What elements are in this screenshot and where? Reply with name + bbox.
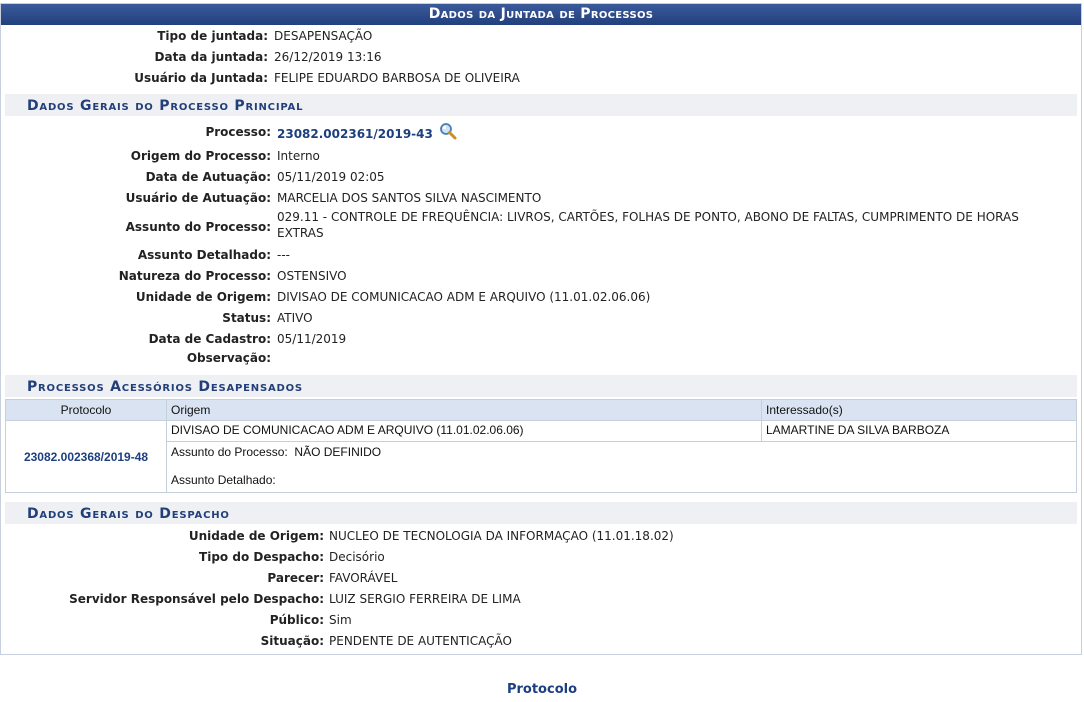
field-value: FAVORÁVEL bbox=[329, 571, 398, 585]
field-label: Assunto Detalhado: bbox=[137, 248, 271, 262]
field-label: Servidor Responsável pelo Despacho: bbox=[69, 592, 324, 606]
field-value: Interno bbox=[277, 149, 320, 163]
assunto-value: NÃO DEFINIDO bbox=[294, 445, 382, 459]
field-value: DESAPENSAÇÃO bbox=[274, 29, 373, 43]
column-header: Origem bbox=[166, 399, 762, 421]
field-value-line1: 029.11 - CONTROLE DE FREQUÊNCIA: LIVROS,… bbox=[277, 210, 1019, 224]
field-label: Parecer: bbox=[267, 571, 324, 585]
assunto-label: Assunto do Processo: bbox=[171, 445, 288, 459]
field-label: Tipo do Despacho: bbox=[199, 550, 324, 564]
field-label: Unidade de Origem: bbox=[135, 290, 271, 304]
details-cell: Assunto do Processo: NÃO DEFINIDO Assunt… bbox=[166, 441, 1077, 493]
field-label: Usuário da Juntada: bbox=[134, 71, 268, 85]
panel-title: Dados da Juntada de Processos bbox=[1, 4, 1081, 25]
column-header: Protocolo bbox=[5, 399, 167, 421]
field-label: Situação: bbox=[260, 634, 324, 648]
acessorios-table: Protocolo Origem Interessado(s) 23082.00… bbox=[5, 399, 1077, 493]
field-label: Unidade de Origem: bbox=[188, 529, 324, 543]
field-value: 05/11/2019 bbox=[277, 332, 347, 346]
field-label: Status: bbox=[222, 311, 271, 325]
protocolo-acessorio-link[interactable]: 23082.002368/2019-48 bbox=[24, 450, 148, 464]
table-row-details: Assunto do Processo: NÃO DEFINIDO Assunt… bbox=[6, 441, 1077, 493]
field-label: Assunto do Processo: bbox=[125, 220, 271, 234]
field-label: Data de Autuação: bbox=[145, 170, 271, 184]
field-value: OSTENSIVO bbox=[277, 269, 347, 283]
field-label: Usuário de Autuação: bbox=[125, 191, 271, 205]
field-label: Data de Cadastro: bbox=[148, 332, 271, 346]
field-value: MARCELIA DOS SANTOS SILVA NASCIMENTO bbox=[277, 191, 542, 205]
processo-principal-link[interactable]: 23082.002361/2019-43 bbox=[277, 127, 433, 141]
field-label: Data da juntada: bbox=[154, 50, 268, 64]
field-value: ATIVO bbox=[277, 311, 313, 325]
field-value: Sim bbox=[329, 613, 352, 627]
field-value: 05/11/2019 02:05 bbox=[277, 170, 385, 184]
field-label: Tipo de juntada: bbox=[157, 29, 268, 43]
interessado-cell: LAMARTINE DA SILVA BARBOZA bbox=[761, 420, 1077, 442]
origem-cell: DIVISAO DE COMUNICACAO ADM E ARQUIVO (11… bbox=[166, 420, 762, 442]
field-value-line2: EXTRAS bbox=[277, 226, 324, 240]
field-value: Decisório bbox=[329, 550, 385, 564]
section-processo-principal: Dados Gerais do Processo Principal bbox=[5, 94, 1077, 116]
section-processos-acessorios: Processos Acessórios Desapensados bbox=[5, 375, 1077, 397]
field-value: --- bbox=[277, 248, 290, 262]
protocolo-cell: 23082.002368/2019-48 bbox=[5, 420, 167, 493]
protocolo-footer-link[interactable]: Protocolo bbox=[507, 682, 577, 697]
field-value: FELIPE EDUARDO BARBOSA DE OLIVEIRA bbox=[274, 71, 520, 85]
field-value: NUCLEO DE TECNOLOGIA DA INFORMAÇAO (11.0… bbox=[329, 529, 674, 543]
field-label: Público: bbox=[269, 613, 324, 627]
table-row: 23082.002368/2019-48 DIVISAO DE COMUNICA… bbox=[5, 420, 1077, 493]
field-value: DIVISAO DE COMUNICACAO ADM E ARQUIVO (11… bbox=[277, 290, 651, 304]
table-header-row: Protocolo Origem Interessado(s) bbox=[5, 399, 1077, 421]
field-label: Origem do Processo: bbox=[130, 149, 271, 163]
field-label: Processo: bbox=[205, 125, 271, 139]
field-value: LUIZ SERGIO FERREIRA DE LIMA bbox=[329, 592, 521, 606]
footer: Protocolo bbox=[0, 682, 1084, 697]
field-label: Natureza do Processo: bbox=[118, 269, 271, 283]
magnifier-icon[interactable] bbox=[439, 122, 457, 140]
detalhado-label: Assunto Detalhado: bbox=[171, 473, 276, 487]
section-despacho: Dados Gerais do Despacho bbox=[5, 502, 1077, 524]
field-label: Observação: bbox=[186, 351, 271, 365]
field-value: PENDENTE DE AUTENTICAÇÃO bbox=[329, 634, 512, 648]
field-value: 26/12/2019 13:16 bbox=[274, 50, 382, 64]
column-header: Interessado(s) bbox=[761, 399, 1077, 421]
